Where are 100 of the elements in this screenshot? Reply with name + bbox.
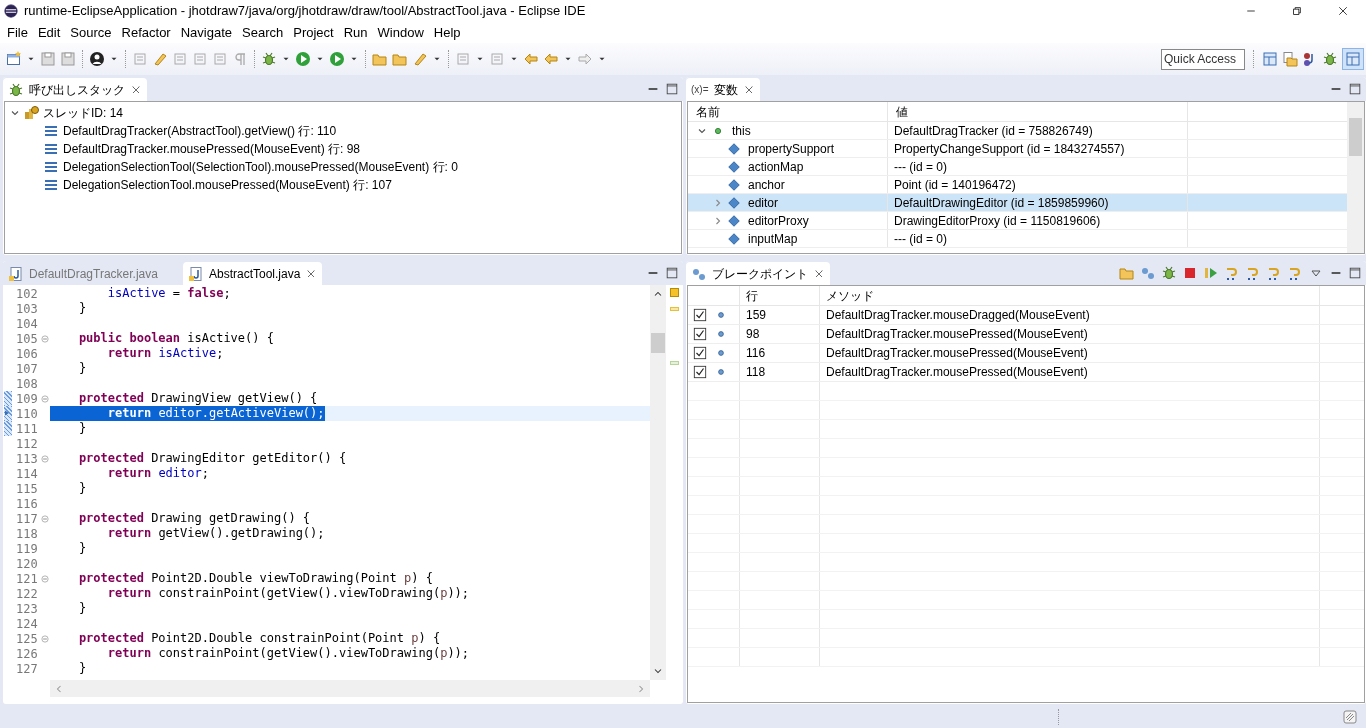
forward-arrow-icon[interactable] <box>577 51 593 67</box>
resume-icon[interactable] <box>1203 265 1219 281</box>
close-icon[interactable] <box>130 83 142 96</box>
close-icon[interactable] <box>305 267 318 280</box>
menu-item[interactable]: Search <box>237 22 289 43</box>
menu-item[interactable]: Edit <box>32 22 66 43</box>
save-icon[interactable] <box>60 51 76 67</box>
step-icon[interactable] <box>1245 265 1261 281</box>
variable-row[interactable]: inputMap --- (id = 0) <box>688 230 1347 248</box>
folder-icon[interactable] <box>392 51 408 67</box>
annotation-marker[interactable] <box>669 361 679 365</box>
collapse-icon[interactable] <box>40 453 50 464</box>
collapse-icon[interactable] <box>40 393 50 404</box>
menu-item[interactable]: Source <box>65 22 117 43</box>
variable-value: Point (id = 140196472) <box>888 176 1188 193</box>
variable-name: actionMap <box>748 158 804 176</box>
line-number: 105 <box>16 330 39 348</box>
maximize-icon[interactable] <box>1348 266 1362 280</box>
thread-label[interactable]: スレッドID: 14 <box>43 104 123 122</box>
variable-row[interactable]: actionMap --- (id = 0) <box>688 158 1347 176</box>
scrollbar[interactable] <box>650 285 666 680</box>
save-icon[interactable] <box>40 51 56 67</box>
variables-tab[interactable]: (x)= 変数 <box>686 78 760 101</box>
scrollbar-thumb[interactable] <box>1349 118 1362 156</box>
scrollbar[interactable] <box>1347 102 1364 253</box>
code-line: protected Point2D.Double viewToDrawing(Point p) { <box>77 571 433 586</box>
warning-marker[interactable] <box>669 288 679 297</box>
stop-icon[interactable] <box>1182 265 1198 281</box>
back-arrow-icon[interactable] <box>543 51 559 67</box>
stack-frame[interactable]: DelegationSelectionTool(SelectionTool).mousePressed(MouseEvent) 行: 0 <box>63 158 458 176</box>
pen-icon[interactable] <box>412 51 428 67</box>
stack-frame[interactable]: DelegationSelectionTool.mousePressed(MouseEvent) 行: 107 <box>63 176 392 194</box>
menu-item[interactable]: Run <box>338 22 373 43</box>
checkbox[interactable] <box>693 308 707 322</box>
column-header[interactable]: 行 <box>740 286 820 305</box>
menu-item[interactable]: Window <box>372 22 429 43</box>
checkbox[interactable] <box>693 365 707 379</box>
menu-item[interactable]: Refactor <box>116 22 176 43</box>
line-number: 119 <box>16 540 39 558</box>
avatar-icon[interactable] <box>89 51 105 67</box>
pen-icon[interactable] <box>152 51 168 67</box>
folder-icon[interactable] <box>1119 265 1135 281</box>
maximize-icon[interactable] <box>1348 82 1362 96</box>
run-icon[interactable] <box>329 51 345 67</box>
annotation-marker[interactable] <box>669 307 679 311</box>
perspective-icon[interactable] <box>1262 51 1278 67</box>
column-header[interactable]: 値 <box>888 102 1188 121</box>
code-line: protected Point2D.Double constrainPoint(Point p) { <box>77 631 441 646</box>
column-header[interactable]: 名前 <box>688 102 888 121</box>
stack-frame[interactable]: DefaultDragTracker(AbstractTool).getView() 行: 110 <box>63 122 337 140</box>
pilcrow-icon[interactable] <box>232 51 248 67</box>
maximize-icon[interactable] <box>665 266 679 280</box>
field-icon <box>727 159 741 174</box>
bug-icon[interactable] <box>261 51 277 67</box>
run-icon[interactable] <box>295 51 311 67</box>
new-icon[interactable] <box>6 51 22 67</box>
step-icon[interactable] <box>1224 265 1240 281</box>
variable-row[interactable]: propertySupport PropertyChangeSupport (id = 1843274557) <box>688 140 1347 158</box>
line-number: 124 <box>16 615 39 633</box>
stack-frame-icon <box>43 177 59 193</box>
close-icon[interactable] <box>742 83 755 96</box>
stack-frame[interactable]: DefaultDragTracker.mousePressed(MouseEvent) 行: 98 <box>63 140 360 158</box>
java-file-icon <box>187 265 204 282</box>
bug-icon[interactable] <box>1161 265 1177 281</box>
breakpoints-tab[interactable]: ブレークポイント <box>686 262 830 285</box>
collapse-icon[interactable] <box>40 513 50 524</box>
editor-tab[interactable]: AbstractTool.java <box>182 262 323 285</box>
column-header[interactable]: メソッド <box>820 286 1320 305</box>
folder-icon[interactable] <box>372 51 388 67</box>
checkbox[interactable] <box>693 346 707 360</box>
menu-item[interactable]: Navigate <box>175 22 237 43</box>
line-number: 104 <box>16 315 39 333</box>
field-icon <box>727 231 741 246</box>
folder-icon[interactable] <box>1282 51 1298 67</box>
step-icon[interactable] <box>1287 265 1303 281</box>
back-arrow-icon[interactable] <box>523 51 539 67</box>
call-stack-tab[interactable]: 呼び出しスタック <box>3 78 147 101</box>
table-cell: 159 <box>740 306 820 324</box>
checkbox[interactable] <box>693 327 707 341</box>
maximize-icon[interactable] <box>665 82 679 96</box>
close-icon[interactable] <box>813 267 825 280</box>
breakpoint-icon <box>715 309 727 321</box>
bug-icon[interactable] <box>1322 51 1338 67</box>
collapse-icon[interactable] <box>40 573 50 584</box>
quick-access-field[interactable]: Quick Access <box>1161 48 1245 70</box>
collapse-icon[interactable] <box>40 633 50 644</box>
collapse-icon[interactable] <box>40 333 50 344</box>
breakpoints-icon[interactable] <box>1140 265 1156 281</box>
variable-row[interactable]: editorProxy DrawingEditorProxy (id = 1150819606) <box>688 212 1347 230</box>
scrollbar-thumb[interactable] <box>651 332 665 353</box>
step-icon[interactable] <box>1266 265 1282 281</box>
variable-row[interactable]: this DefaultDragTracker (id = 758826749) <box>688 122 1347 140</box>
scrollbar[interactable] <box>50 680 650 697</box>
menu-item[interactable]: File <box>2 22 33 43</box>
menu-item[interactable]: Help <box>428 22 466 43</box>
menu-item[interactable]: Project <box>288 22 339 43</box>
perspective-button[interactable] <box>1342 48 1364 70</box>
variable-row[interactable]: editor DefaultDrawingEditor (id = 1859859960) <box>688 194 1347 212</box>
code-line: return editor; <box>106 466 209 481</box>
notification-icon[interactable] <box>1342 709 1358 725</box>
